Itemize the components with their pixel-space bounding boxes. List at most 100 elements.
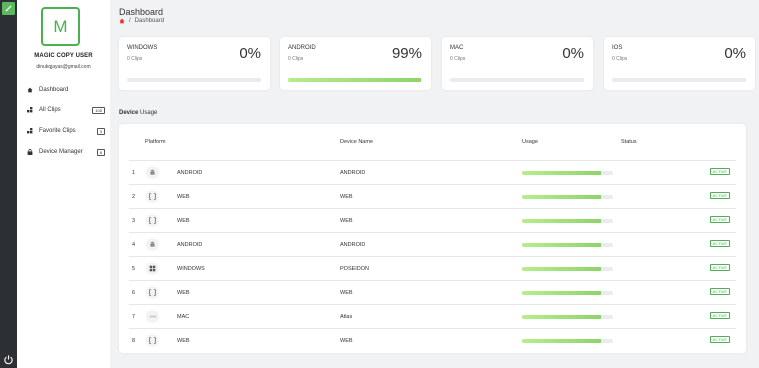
sidebar-item-all-clips[interactable]: All Clips 105 bbox=[27, 104, 105, 116]
usage-bar bbox=[522, 339, 613, 343]
count-badge: 3 bbox=[96, 127, 105, 135]
platform-card-windows: WINDOWS 0 Clips 0% bbox=[119, 37, 270, 90]
home-icon bbox=[27, 87, 33, 93]
row-number: 8 bbox=[132, 338, 136, 344]
sidebar-item-dashboard[interactable]: Dashboard bbox=[27, 84, 105, 96]
card-percent: 0% bbox=[724, 45, 746, 62]
section-title-bold: Device bbox=[119, 110, 139, 116]
card-progress-bar bbox=[127, 78, 261, 82]
pencil-icon[interactable] bbox=[2, 2, 15, 15]
platform-name: WEB bbox=[177, 218, 190, 224]
status-badge: ACTIVE bbox=[709, 216, 730, 223]
platform-name: WEB bbox=[177, 194, 190, 200]
card-percent: 0% bbox=[562, 45, 584, 62]
platform-name: ANDROID bbox=[177, 242, 203, 248]
web-icon bbox=[146, 190, 159, 203]
platform-name: MAC bbox=[177, 314, 190, 320]
favorite-icon bbox=[27, 128, 33, 134]
platform-name: ANDROID bbox=[177, 170, 203, 176]
sidebar-item-device-manager[interactable]: Device Manager 8 bbox=[27, 146, 105, 158]
sidebar: M MAGIC COPY USER dinukqjayas@gmail.com … bbox=[17, 0, 110, 368]
device-name: POSEIDON bbox=[340, 266, 370, 272]
page-title: Dashboard bbox=[119, 7, 164, 17]
row-number: 6 bbox=[132, 290, 136, 296]
platform-name: WEB bbox=[177, 338, 190, 344]
column-header-platform: Platform bbox=[145, 139, 166, 145]
card-platform-name: MAC bbox=[450, 45, 464, 51]
user-email: dinukqjayas@gmail.com bbox=[36, 64, 91, 70]
row-number: 3 bbox=[132, 218, 136, 224]
usage-bar bbox=[522, 267, 613, 271]
card-percent: 99% bbox=[391, 45, 422, 62]
card-clip-count: 0 Clips bbox=[450, 56, 466, 62]
usage-bar bbox=[522, 195, 613, 199]
usage-bar bbox=[522, 171, 613, 175]
breadcrumb-separator: / bbox=[129, 18, 131, 24]
android-icon bbox=[146, 238, 159, 251]
card-progress-bar bbox=[288, 78, 422, 82]
card-percent: 0% bbox=[239, 45, 261, 62]
android-icon bbox=[146, 166, 159, 179]
table-row: 2 WEB WEB ACTIVE bbox=[129, 184, 736, 208]
device-name: WEB bbox=[340, 194, 353, 200]
count-badge: 105 bbox=[92, 106, 105, 114]
home-icon[interactable] bbox=[119, 18, 125, 24]
user-name: MAGIC COPY USER bbox=[34, 53, 93, 59]
sidebar-item-label: All Clips bbox=[39, 107, 61, 113]
status-badge: ACTIVE bbox=[709, 192, 730, 199]
web-icon bbox=[146, 214, 159, 227]
breadcrumb: / Dashboard bbox=[119, 18, 164, 24]
card-clip-count: 0 Clips bbox=[612, 56, 628, 62]
sidebar-item-label: Dashboard bbox=[39, 87, 69, 93]
device-name: ANDROID bbox=[340, 170, 366, 176]
row-number: 2 bbox=[132, 194, 136, 200]
status-badge: ACTIVE bbox=[709, 312, 730, 319]
table-row: 4 ANDROID ANDROID ACTIVE bbox=[129, 232, 736, 256]
column-header-usage: Usage bbox=[522, 139, 538, 145]
usage-bar bbox=[522, 243, 613, 247]
device-name: ANDROID bbox=[340, 242, 366, 248]
card-platform-name: IOS bbox=[612, 45, 623, 51]
card-progress-bar bbox=[612, 78, 746, 82]
row-number: 4 bbox=[132, 242, 136, 248]
lock-icon bbox=[27, 149, 33, 155]
table-row: 6 WEB WEB ACTIVE bbox=[129, 280, 736, 304]
table-header: Platform Device Name Usage Status bbox=[119, 124, 746, 160]
windows-icon bbox=[146, 262, 159, 275]
clips-icon bbox=[27, 107, 33, 113]
platform-card-ios: IOS 0 Clips 0% bbox=[604, 37, 755, 90]
web-icon bbox=[146, 286, 159, 299]
mac-icon bbox=[146, 310, 159, 323]
status-badge: ACTIVE bbox=[709, 288, 730, 295]
device-usage-table: Platform Device Name Usage Status 1 ANDRO… bbox=[119, 124, 746, 353]
platform-card-android: ANDROID 0 Clips 99% bbox=[280, 37, 431, 90]
column-header-device: Device Name bbox=[340, 139, 374, 145]
status-badge: ACTIVE bbox=[709, 168, 730, 175]
row-number: 1 bbox=[132, 170, 136, 176]
card-platform-name: WINDOWS bbox=[127, 45, 158, 51]
card-platform-name: ANDROID bbox=[288, 45, 316, 51]
status-badge: ACTIVE bbox=[709, 264, 730, 271]
sidebar-item-label: Favorite Clips bbox=[39, 128, 76, 134]
web-icon bbox=[146, 334, 159, 347]
table-row: 7 MAC Atlas ACTIVE bbox=[129, 304, 736, 328]
table-row: 3 WEB WEB ACTIVE bbox=[129, 208, 736, 232]
table-row: 8 WEB WEB ACTIVE bbox=[129, 328, 736, 352]
sidebar-item-favorite-clips[interactable]: Favorite Clips 3 bbox=[27, 125, 105, 137]
usage-bar bbox=[522, 219, 613, 223]
device-name: WEB bbox=[340, 290, 353, 296]
device-name: WEB bbox=[340, 338, 353, 344]
avatar[interactable]: M bbox=[41, 7, 80, 46]
platform-card-mac: MAC 0 Clips 0% bbox=[442, 37, 593, 90]
status-badge: ACTIVE bbox=[709, 240, 730, 247]
power-icon[interactable] bbox=[3, 354, 14, 365]
breadcrumb-current: Dashboard bbox=[134, 18, 165, 24]
row-number: 7 bbox=[132, 314, 136, 320]
platform-name: WEB bbox=[177, 290, 190, 296]
device-name: WEB bbox=[340, 218, 353, 224]
sidebar-item-label: Device Manager bbox=[39, 149, 83, 155]
section-title: Device Usage bbox=[119, 110, 157, 116]
status-badge: ACTIVE bbox=[709, 336, 730, 343]
table-row: 5 WINDOWS POSEIDON ACTIVE bbox=[129, 256, 736, 280]
row-number: 5 bbox=[132, 266, 136, 272]
